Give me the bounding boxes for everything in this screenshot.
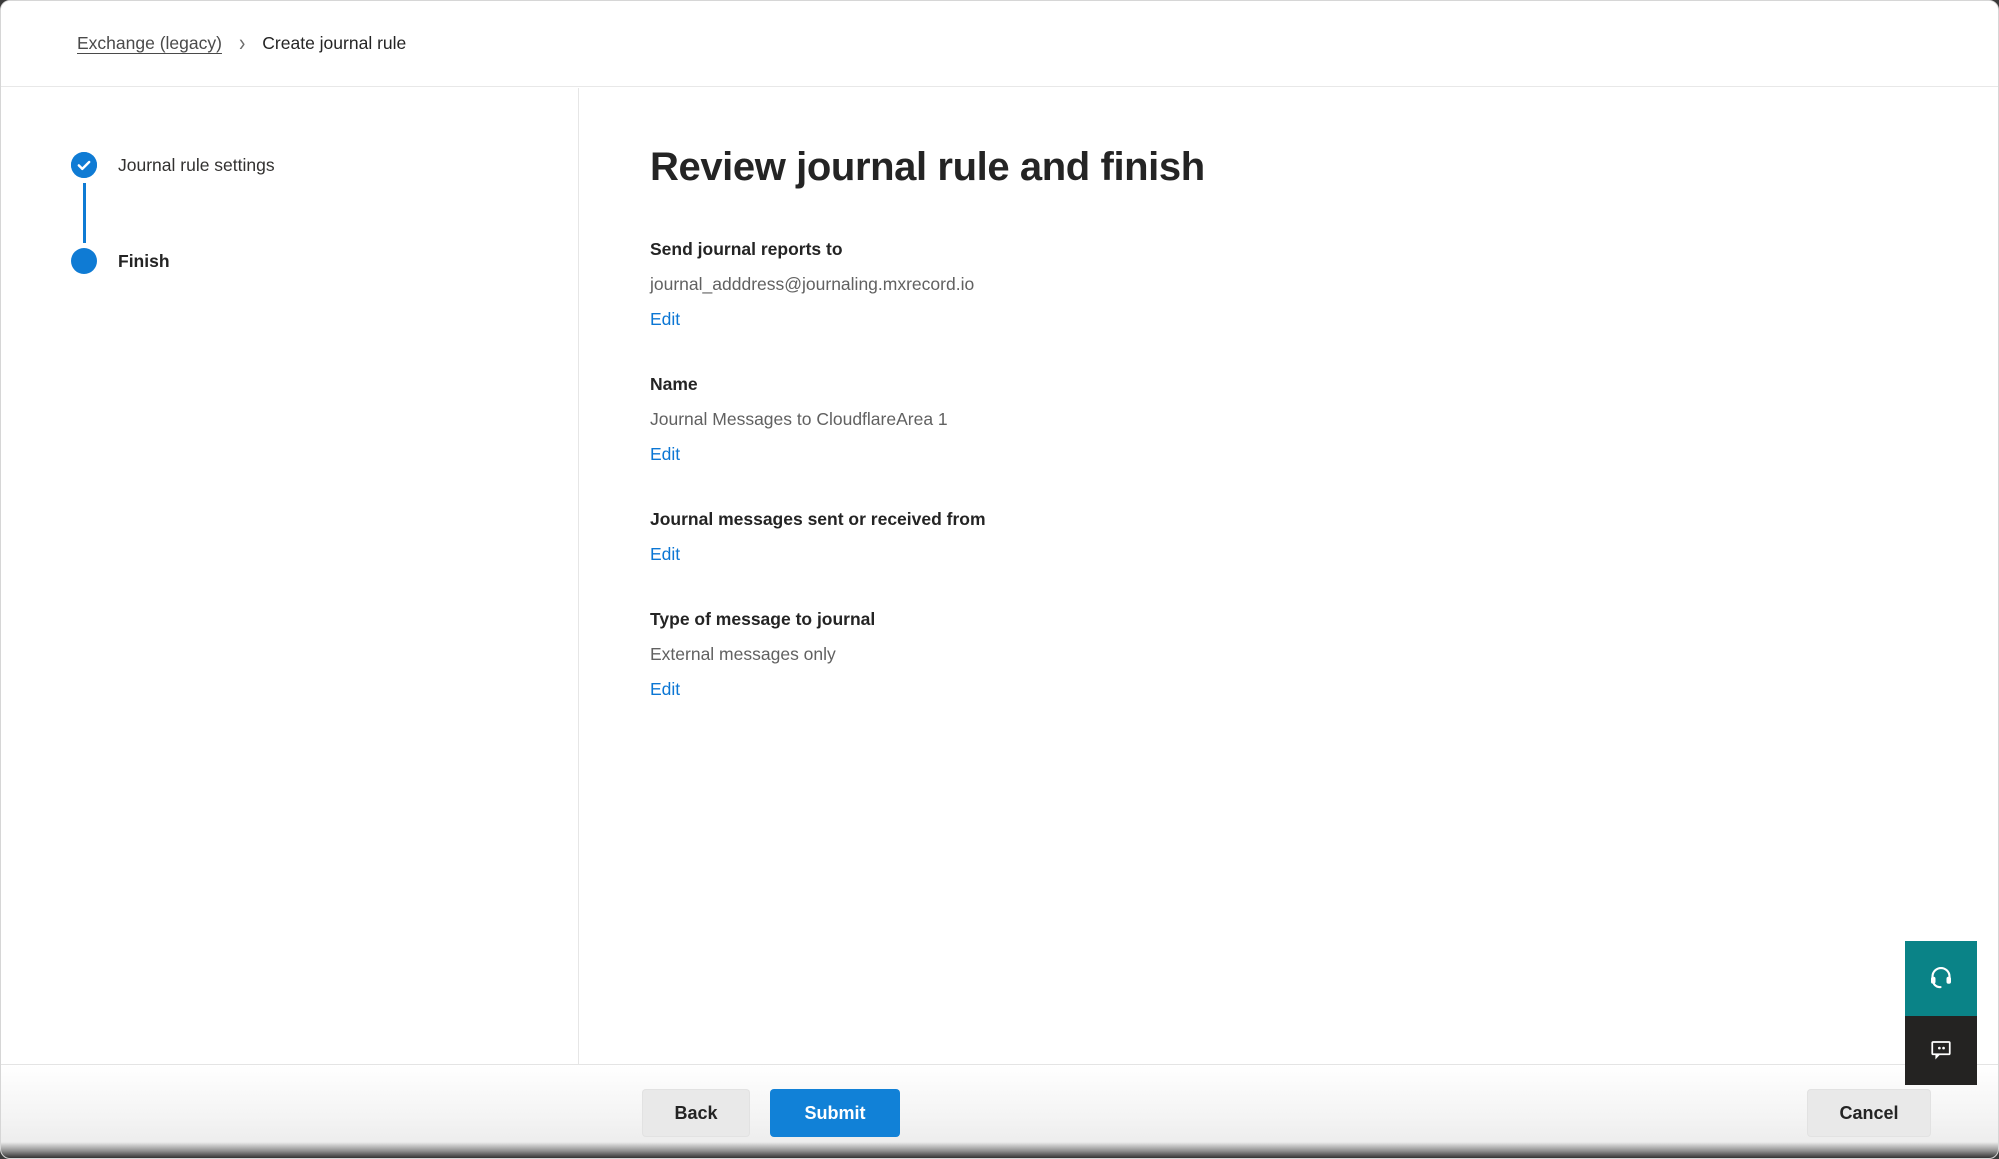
breadcrumb-link-exchange-legacy[interactable]: Exchange (legacy)	[77, 33, 222, 54]
step-label: Finish	[118, 251, 170, 272]
top-bar: Exchange (legacy) › Create journal rule	[1, 1, 1998, 87]
review-section-send-journal-reports-to: Send journal reports to journal_adddress…	[650, 238, 1998, 331]
edit-link-type-of-message-to-journal[interactable]: Edit	[650, 678, 680, 701]
review-section-name: Name Journal Messages to CloudflareArea …	[650, 373, 1998, 466]
section-label: Journal messages sent or received from	[650, 508, 1998, 531]
floating-button-stack	[1905, 941, 1977, 1085]
edit-link-journal-messages-sent-or-received-from[interactable]: Edit	[650, 543, 680, 566]
help-button[interactable]	[1905, 941, 1977, 1016]
breadcrumb: Exchange (legacy) › Create journal rule	[77, 33, 406, 54]
page-title: Review journal rule and finish	[650, 142, 1998, 192]
section-value: Journal Messages to CloudflareArea 1	[650, 408, 1998, 431]
wizard-steps-sidebar: Journal rule settings Finish	[1, 88, 579, 1065]
back-button[interactable]: Back	[642, 1089, 750, 1137]
step-label: Journal rule settings	[118, 155, 275, 176]
feedback-button[interactable]	[1905, 1016, 1977, 1085]
headset-icon	[1926, 962, 1956, 995]
section-label: Send journal reports to	[650, 238, 1998, 261]
cancel-button[interactable]: Cancel	[1807, 1089, 1931, 1137]
step-item-finish[interactable]: Finish	[71, 248, 578, 274]
section-value: External messages only	[650, 643, 1998, 666]
step-item-journal-rule-settings[interactable]: Journal rule settings	[71, 152, 578, 178]
edit-link-send-journal-reports-to[interactable]: Edit	[650, 308, 680, 331]
step-completed-check-icon	[71, 152, 97, 178]
breadcrumb-current-page: Create journal rule	[262, 33, 406, 54]
section-label: Type of message to journal	[650, 608, 1998, 631]
review-section-journal-messages-sent-or-received-from: Journal messages sent or received from E…	[650, 508, 1998, 566]
step-current-dot-icon	[71, 248, 97, 274]
footer-action-bar: Back Submit Cancel	[1, 1064, 1998, 1158]
edit-link-name[interactable]: Edit	[650, 443, 680, 466]
section-label: Name	[650, 373, 1998, 396]
step-connector-line	[83, 183, 86, 243]
section-value: journal_adddress@journaling.mxrecord.io	[650, 273, 1998, 296]
create-journal-rule-window: Exchange (legacy) › Create journal rule …	[0, 0, 1999, 1159]
review-section-type-of-message-to-journal: Type of message to journal External mess…	[650, 608, 1998, 701]
chat-icon	[1927, 1035, 1955, 1066]
submit-button[interactable]: Submit	[770, 1089, 900, 1137]
review-panel: Review journal rule and finish Send jour…	[580, 88, 1998, 1065]
chevron-right-icon: ›	[239, 32, 245, 56]
